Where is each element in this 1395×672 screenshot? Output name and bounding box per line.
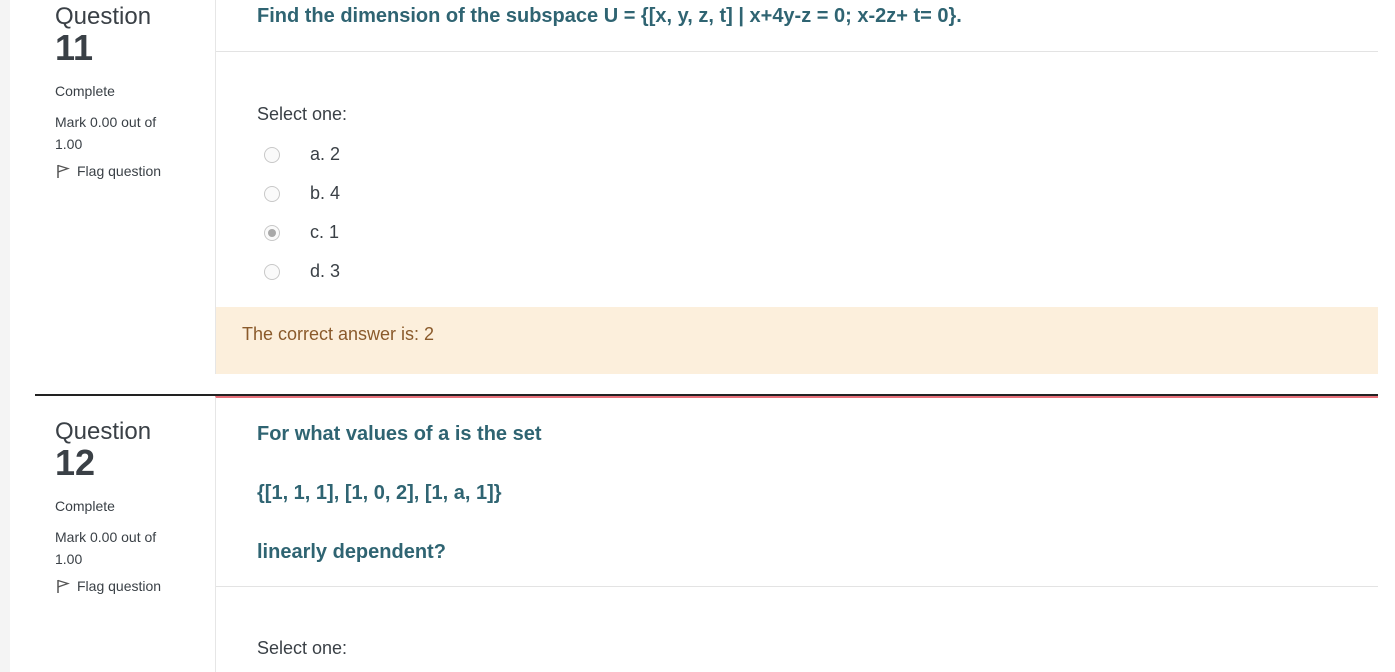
feedback-box: The correct answer is: 2	[216, 307, 1378, 374]
answer-option-label: a. 2	[310, 144, 341, 164]
answer-option-d[interactable]: d. 3	[264, 252, 1378, 291]
question-grade: Mark 0.00 out of 1.00	[55, 114, 157, 152]
question-state: Complete	[55, 83, 115, 99]
question-12: Question 12 Complete Mark 0.00 out of 1.…	[35, 394, 1378, 672]
question-number: 12	[55, 442, 96, 483]
question-content: Find the dimension of the subspace U = {…	[215, 0, 1378, 374]
question-text-set: {[1, 1, 1], [1, 0, 2], [1, a, 1]}	[257, 482, 502, 504]
select-one-prompt: Select one:	[257, 104, 348, 124]
radio-button[interactable]	[264, 146, 280, 163]
answer-option-label: d. 3	[310, 261, 341, 281]
radio-button[interactable]	[264, 263, 280, 280]
question-state: Complete	[55, 498, 115, 514]
select-one-prompt: Select one:	[257, 638, 348, 658]
question-text: For what values of a is the set {[1, 1, …	[216, 398, 1378, 587]
correct-answer-text: The correct answer is: 2	[242, 324, 435, 344]
question-grade: Mark 0.00 out of 1.00	[55, 529, 157, 567]
flag-question-link[interactable]: Flag question	[55, 578, 215, 594]
question-info: Question 12 Complete Mark 0.00 out of 1.…	[35, 394, 215, 670]
question-text: Find the dimension of the subspace U = {…	[216, 0, 1378, 52]
radio-button-selected[interactable]	[264, 224, 280, 241]
question-number: 11	[55, 27, 94, 68]
left-gutter	[0, 0, 10, 672]
question-content: For what values of a is the set {[1, 1, …	[215, 396, 1378, 672]
answer-option-label: b. 4	[310, 183, 341, 203]
question-11: Question 11 Complete Mark 0.00 out of 1.…	[35, 0, 1378, 374]
flag-icon	[57, 164, 70, 178]
answer-option-b[interactable]: b. 4	[264, 174, 1378, 213]
radio-button[interactable]	[264, 185, 280, 202]
answer-block: Select one:	[216, 587, 1378, 659]
flag-question-label: Flag question	[77, 163, 162, 179]
question-text-line: linearly dependent?	[257, 541, 446, 563]
answer-option-label: c. 1	[310, 222, 340, 242]
answer-option-a[interactable]: a. 2	[264, 135, 1378, 174]
answer-option-c[interactable]: c. 1	[264, 213, 1378, 252]
question-text-line: Find the dimension of the subspace U = {…	[257, 5, 962, 27]
flag-icon	[57, 579, 70, 593]
question-text-line: For what values of a is the set	[257, 423, 542, 445]
question-info: Question 11 Complete Mark 0.00 out of 1.…	[35, 0, 215, 374]
flag-question-link[interactable]: Flag question	[55, 163, 215, 179]
flag-question-label: Flag question	[77, 578, 162, 594]
answer-block: Select one: a. 2 b. 4 c. 1 d. 3	[216, 52, 1378, 291]
